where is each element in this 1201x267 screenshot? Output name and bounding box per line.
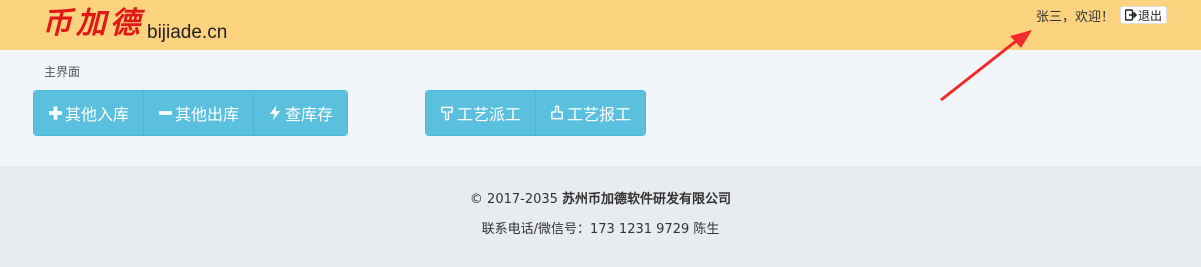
welcome-text: 张三，欢迎！ xyxy=(1035,9,1114,25)
other-outbound-button[interactable]: 其他出库 xyxy=(144,91,255,135)
check-inventory-button[interactable]: 查库存 xyxy=(254,91,348,135)
process-dispatch-button[interactable]: 工艺派工 xyxy=(426,91,537,135)
bolt-icon xyxy=(269,105,281,121)
process-report-label: 工艺报工 xyxy=(567,105,632,124)
process-button-group: 工艺派工 工艺报工 xyxy=(425,90,647,136)
contact-info: 联系电话/微信号：173 1231 9729 陈生 xyxy=(481,222,720,237)
company-name: 苏州币加德软件研发有限公司 xyxy=(562,192,732,207)
process-report-button[interactable]: 工艺报工 xyxy=(536,91,646,135)
main-panel: 主界面 其他入库 其他出库 查库存 工艺派工 工艺报工 xyxy=(0,50,1201,166)
breadcrumb: 主界面 xyxy=(44,65,81,79)
copyright-line: © 2017-2035 苏州币加德软件研发有限公司 xyxy=(0,188,1201,207)
stock-button-group: 其他入库 其他出库 查库存 xyxy=(33,90,349,136)
hand-point-up-icon xyxy=(551,105,563,120)
plus-icon xyxy=(48,106,63,120)
other-outbound-label: 其他出库 xyxy=(175,105,240,124)
check-inventory-label: 查库存 xyxy=(285,105,334,124)
logo-chinese: 币加德 xyxy=(42,6,144,41)
hand-point-down-icon xyxy=(441,106,453,121)
minus-icon xyxy=(158,111,173,115)
user-area: 张三，欢迎！ 退出 xyxy=(1035,6,1167,25)
process-dispatch-label: 工艺派工 xyxy=(457,105,522,124)
other-inbound-label: 其他入库 xyxy=(65,105,130,124)
copyright-prefix: © 2017-2035 xyxy=(469,192,563,207)
logo-domain: bijiade.cn xyxy=(147,22,228,43)
logout-label: 退出 xyxy=(1137,8,1162,23)
top-header: 币加德 bijiade.cn 张三，欢迎！ 退出 xyxy=(0,0,1201,50)
sign-out-icon xyxy=(1124,9,1137,21)
other-inbound-button[interactable]: 其他入库 xyxy=(34,91,145,135)
page-footer: © 2017-2035 苏州币加德软件研发有限公司 联系电话/微信号：173 1… xyxy=(0,166,1201,267)
logout-button[interactable]: 退出 xyxy=(1119,6,1167,24)
